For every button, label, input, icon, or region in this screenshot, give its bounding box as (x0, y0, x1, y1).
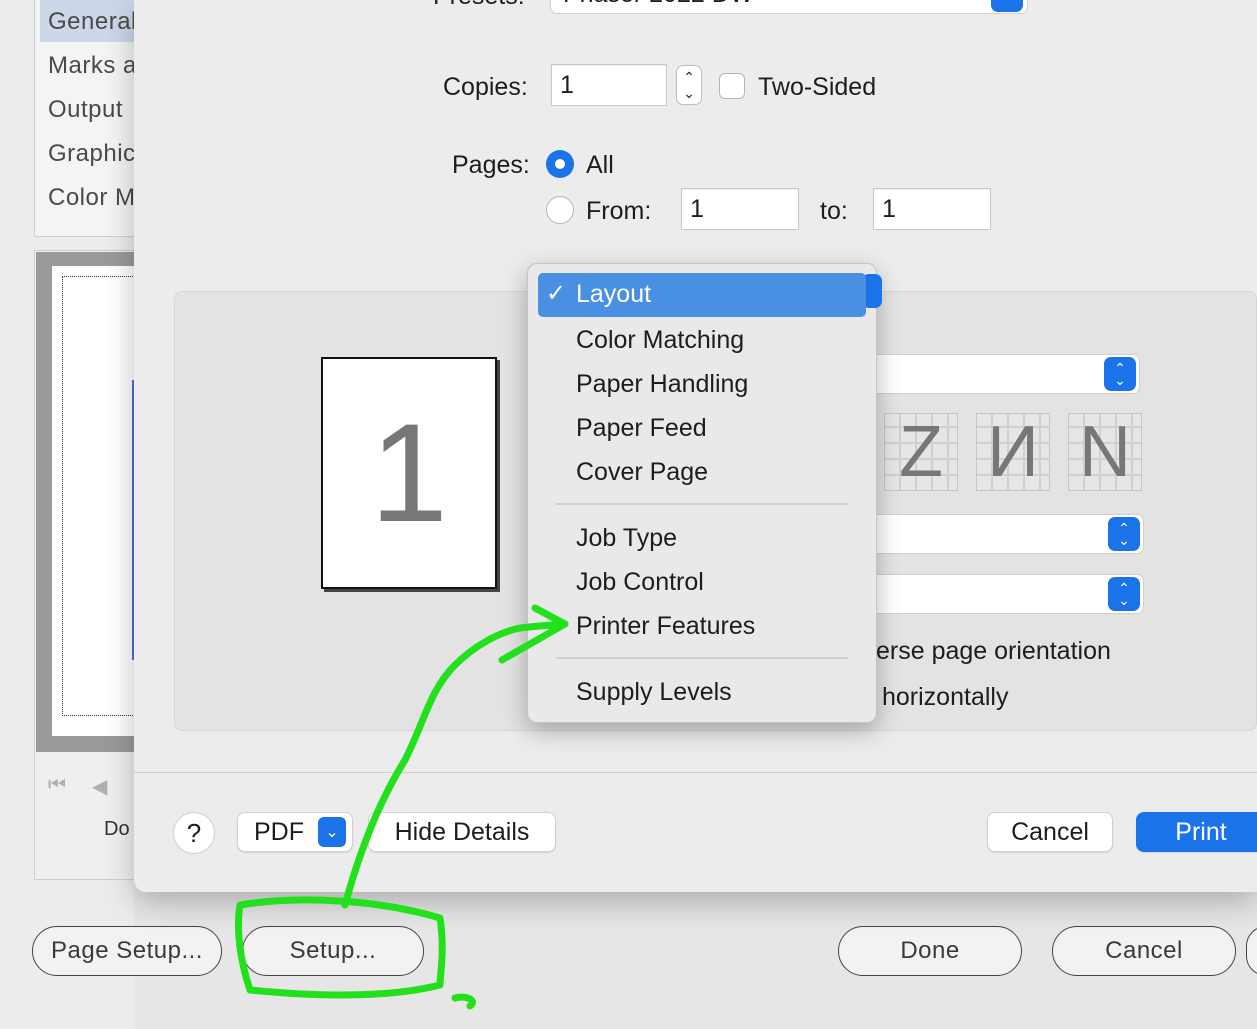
bottom-extra-button[interactable] (1246, 926, 1257, 976)
layout-direction-reverse-n-icon[interactable]: И (976, 412, 1050, 492)
hide-details-button[interactable]: Hide Details (368, 812, 556, 852)
pages-label: Pages: (452, 151, 530, 179)
pages-to-label: to: (820, 197, 848, 225)
flip-horizontally-label[interactable]: horizontally (882, 683, 1008, 712)
setup-button[interactable]: Setup... (242, 926, 424, 976)
previous-page-icon[interactable]: ◀ (92, 774, 107, 799)
dialog-cancel-button[interactable]: Cancel (987, 812, 1113, 852)
menu-item-supply-levels[interactable]: Supply Levels (576, 678, 732, 707)
help-button[interactable]: ? (173, 812, 215, 854)
sidebar-item-marks[interactable]: Marks a (48, 52, 137, 80)
pdf-menu-button[interactable]: PDF ⌄ (237, 812, 353, 852)
menu-item-layout[interactable]: ✓ Layout (538, 273, 866, 317)
menu-item-cover-page[interactable]: Cover Page (576, 458, 708, 487)
layout-direction-z-icon[interactable]: Z (884, 412, 958, 492)
copies-label: Copies: (443, 73, 528, 101)
menu-separator (556, 503, 848, 505)
print-button[interactable]: Print (1136, 812, 1257, 852)
pages-to-input[interactable]: 1 (873, 188, 991, 230)
two-sided-popup[interactable] (860, 574, 1144, 614)
decrement-icon[interactable]: ⌄ (683, 85, 695, 101)
pdf-label: PDF (254, 818, 304, 846)
sidebar-item-graphics[interactable]: Graphic (48, 140, 136, 168)
reverse-orientation-label[interactable]: erse page orientation (876, 637, 1111, 666)
page-thumbnail: 1 (321, 357, 497, 589)
bottom-cancel-button[interactable]: Cancel (1052, 926, 1236, 976)
two-sided-chevron-icon[interactable]: ⌃ ⌄ (1108, 577, 1140, 611)
presets-chevron-icon[interactable]: ⌄ (991, 0, 1023, 12)
menu-item-job-type[interactable]: Job Type (576, 524, 677, 553)
dialog-divider (134, 772, 1257, 773)
sidebar-item-general[interactable]: General (48, 8, 137, 36)
done-button[interactable]: Done (838, 926, 1022, 976)
checkmark-icon: ✓ (546, 280, 567, 307)
two-sided-label: Two-Sided (758, 73, 877, 101)
border-popup[interactable] (860, 514, 1144, 554)
pages-per-sheet-popup[interactable] (860, 354, 1140, 394)
menu-item-layout-label: Layout (576, 280, 652, 308)
presets-value: Phaser 2022 DW (563, 0, 753, 9)
menu-item-printer-features[interactable]: Printer Features (576, 612, 755, 641)
preview-margin-guide (62, 276, 135, 716)
page-setup-button[interactable]: Page Setup... (32, 926, 222, 976)
pages-from-input[interactable]: 1 (681, 188, 799, 230)
sidebar-item-color[interactable]: Color M (48, 184, 136, 212)
pages-all-radio[interactable] (546, 150, 574, 178)
document-label: Do (104, 818, 130, 840)
pages-per-sheet-chevron-icon[interactable]: ⌃ ⌄ (1104, 357, 1136, 391)
pages-from-label: From: (586, 197, 652, 225)
presets-label: Presets: (433, 0, 525, 11)
menu-item-paper-feed[interactable]: Paper Feed (576, 414, 707, 443)
copies-input[interactable]: 1 (551, 64, 667, 106)
increment-icon[interactable]: ⌃ (683, 69, 695, 85)
pdf-chevron-icon[interactable]: ⌄ (318, 817, 346, 847)
border-chevron-icon[interactable]: ⌃ ⌄ (1108, 517, 1140, 551)
menu-item-job-control[interactable]: Job Control (576, 568, 704, 597)
first-page-icon[interactable]: ⏮ (48, 774, 66, 797)
copies-stepper[interactable]: ⌃ ⌄ (676, 65, 702, 105)
sidebar-item-output[interactable]: Output (48, 96, 123, 124)
menu-item-paper-handling[interactable]: Paper Handling (576, 370, 748, 399)
presets-popup[interactable]: Phaser 2022 DW (550, 0, 1028, 14)
pages-all-label: All (586, 151, 614, 179)
pages-range-radio[interactable] (546, 196, 574, 224)
layout-direction-n-icon[interactable]: N (1068, 412, 1142, 492)
two-sided-checkbox[interactable] (719, 73, 745, 99)
menu-separator (556, 657, 848, 659)
menu-item-color-matching[interactable]: Color Matching (576, 326, 744, 355)
